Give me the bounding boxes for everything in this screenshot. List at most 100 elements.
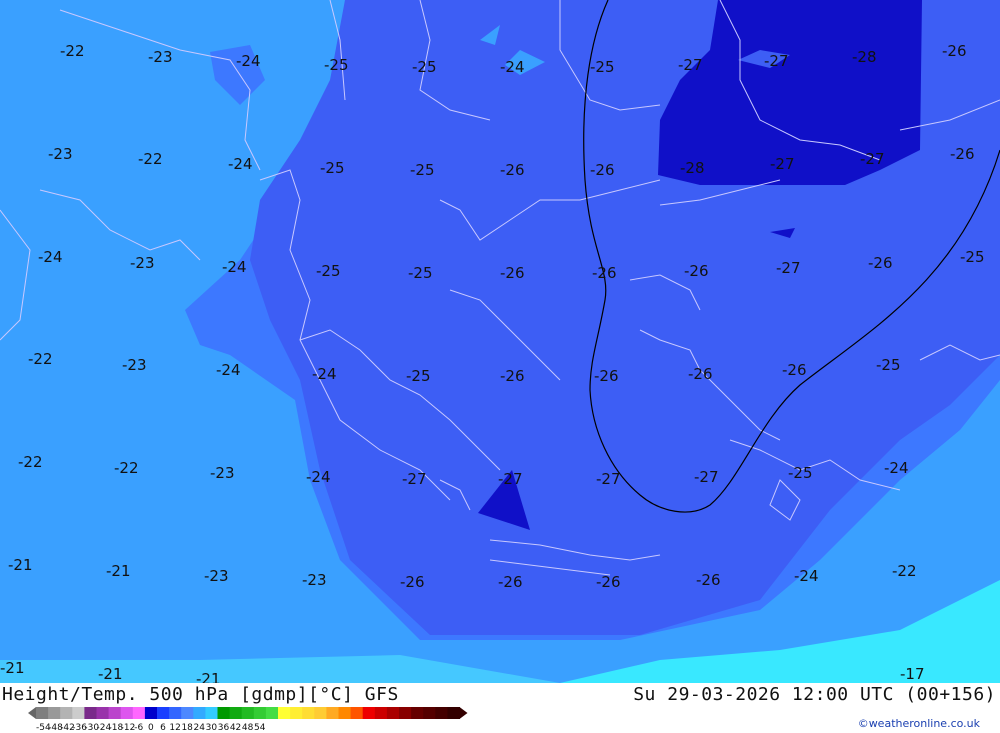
legend-tick: 30 bbox=[205, 723, 218, 733]
legend-swatch bbox=[314, 707, 327, 719]
temp-label: -27 bbox=[596, 470, 621, 488]
temp-label: -21 bbox=[8, 556, 33, 574]
temp-label: -25 bbox=[324, 56, 349, 74]
legend-swatch bbox=[253, 707, 267, 719]
temp-label: -22 bbox=[114, 459, 139, 477]
legend-swatch bbox=[157, 707, 170, 719]
legend-bar bbox=[28, 707, 468, 719]
temp-label: -27 bbox=[402, 470, 427, 488]
temp-label: -17 bbox=[900, 665, 925, 683]
legend-swatch bbox=[374, 707, 388, 719]
legend-tick: 42 bbox=[229, 723, 242, 733]
legend-tick: -36 bbox=[72, 723, 87, 733]
legend-swatch bbox=[350, 707, 364, 719]
temp-label: -28 bbox=[680, 159, 705, 177]
temp-label: -24 bbox=[222, 258, 247, 276]
temp-label: -27 bbox=[776, 259, 801, 277]
temp-label: -23 bbox=[48, 145, 73, 163]
temp-label: -24 bbox=[794, 567, 819, 585]
temp-label: -23 bbox=[210, 464, 235, 482]
legend-swatch bbox=[229, 707, 243, 719]
legend-tick: -18 bbox=[108, 723, 124, 733]
temp-label: -22 bbox=[138, 150, 163, 168]
legend-tick: 48 bbox=[241, 723, 254, 733]
legend-swatch bbox=[72, 707, 85, 719]
temp-label: -28 bbox=[852, 48, 877, 66]
temp-label: -23 bbox=[204, 567, 229, 585]
legend-swatch bbox=[217, 707, 231, 719]
temp-label: -26 bbox=[688, 365, 713, 383]
legend-swatch bbox=[435, 707, 448, 719]
map-footer: Height/Temp. 500 hPa [gdmp][°C] GFS Su 2… bbox=[0, 683, 1000, 733]
valid-time: Su 29-03-2026 12:00 UTC (00+156) bbox=[633, 684, 996, 705]
credit-link[interactable]: ©weatheronline.co.uk bbox=[858, 717, 980, 730]
temp-label: -21 bbox=[106, 562, 131, 580]
temp-label: -23 bbox=[122, 356, 147, 374]
temp-label: -25 bbox=[410, 161, 435, 179]
temp-label: -27 bbox=[860, 150, 885, 168]
temp-label: -27 bbox=[694, 468, 719, 486]
product-title: Height/Temp. 500 hPa [gdmp][°C] GFS bbox=[2, 684, 399, 705]
weather-map: -22 -23 -24 -25 -25 -24 -25 -27 -27 -28 -26 -23 -22 -… bbox=[0, 0, 1000, 683]
legend-swatch bbox=[48, 707, 61, 719]
temp-label: -24 bbox=[216, 361, 241, 379]
temp-label: -26 bbox=[500, 367, 525, 385]
temp-label: -22 bbox=[18, 453, 43, 471]
temp-label: -22 bbox=[892, 562, 917, 580]
legend-tick: -6 bbox=[134, 723, 144, 733]
temp-label: -26 bbox=[400, 573, 425, 591]
legend-ticks: -54-48-42-36-30-24-18-12-6 0 6 121824303642… bbox=[36, 723, 266, 733]
temp-label: -27 bbox=[498, 470, 523, 488]
temp-label: -26 bbox=[868, 254, 893, 272]
temp-label: -26 bbox=[500, 264, 525, 282]
legend-swatch bbox=[326, 707, 339, 719]
temp-label: -26 bbox=[498, 573, 523, 591]
legend-tick: 36 bbox=[217, 723, 230, 733]
legend-swatch bbox=[241, 707, 255, 719]
legend-tick: -42 bbox=[60, 723, 75, 733]
temp-label: -26 bbox=[500, 161, 525, 179]
legend-tick: -24 bbox=[96, 723, 112, 733]
temp-label: -25 bbox=[412, 58, 437, 76]
legend-swatch bbox=[290, 707, 303, 719]
legend-swatch bbox=[423, 707, 436, 719]
legend-tick: -12 bbox=[120, 723, 136, 733]
map-canvas: -22 -23 -24 -25 -25 -24 -25 -27 -27 -28 -26 -23 -22 -… bbox=[0, 0, 1000, 683]
temp-label: -25 bbox=[316, 262, 341, 280]
legend-swatch bbox=[84, 707, 97, 719]
legend-tick: -30 bbox=[84, 723, 100, 733]
temp-label: -26 bbox=[590, 161, 615, 179]
legend-swatch bbox=[447, 707, 460, 719]
temp-label: -24 bbox=[236, 52, 261, 70]
legend-swatch bbox=[144, 707, 158, 719]
temp-label: -25 bbox=[408, 264, 433, 282]
temp-label: -25 bbox=[320, 159, 345, 177]
legend-swatch bbox=[399, 707, 412, 719]
temp-label: -25 bbox=[590, 58, 615, 76]
legend-swatch bbox=[132, 707, 146, 719]
temp-label: -24 bbox=[312, 365, 337, 383]
temp-label: -27 bbox=[770, 155, 795, 173]
legend-swatch bbox=[338, 707, 352, 719]
legend-swatch bbox=[108, 707, 122, 719]
temp-label: -21 bbox=[98, 665, 123, 683]
temp-label: -27 bbox=[764, 52, 789, 70]
legend-swatch bbox=[60, 707, 73, 719]
legend-swatch bbox=[205, 707, 218, 719]
temp-label: -26 bbox=[696, 571, 721, 589]
legend-tick: 24 bbox=[193, 723, 205, 733]
legend-swatch bbox=[181, 707, 194, 719]
legend-swatch bbox=[193, 707, 206, 719]
legend-tick: 0 bbox=[148, 723, 154, 733]
temp-label: -26 bbox=[594, 367, 619, 385]
temp-label: -22 bbox=[28, 350, 53, 368]
legend-arrow-left bbox=[28, 707, 36, 719]
temp-label: -27 bbox=[678, 56, 703, 74]
temp-label: -26 bbox=[684, 262, 709, 280]
legend-tick: -48 bbox=[48, 723, 63, 733]
temp-label: -23 bbox=[130, 254, 155, 272]
temp-label: -24 bbox=[500, 58, 525, 76]
temp-label: -25 bbox=[788, 464, 813, 482]
temp-label: -26 bbox=[596, 573, 621, 591]
legend-swatch bbox=[169, 707, 182, 719]
